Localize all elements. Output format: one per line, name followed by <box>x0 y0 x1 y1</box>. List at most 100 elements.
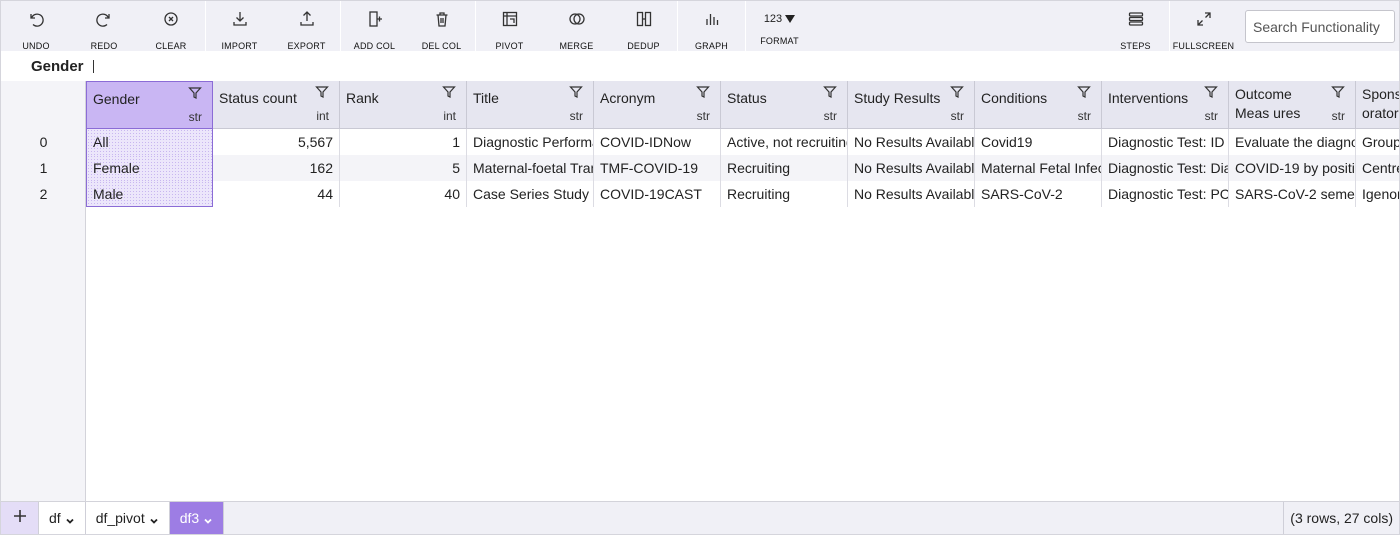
filter-icon[interactable] <box>188 86 202 100</box>
index-cell[interactable]: 0 <box>1 129 86 155</box>
cell-editor-bar: Gender <box>1 51 1399 81</box>
cell[interactable]: Diagnostic Test: PCR <box>1102 181 1229 207</box>
cell[interactable]: 1 <box>340 129 467 155</box>
data-grid: 0 1 2 Gender str Status count int Rank i… <box>1 81 1399 501</box>
index-cell[interactable]: 1 <box>1 155 86 181</box>
sheet-tab-bar: df df_pivot df3 (3 rows, 27 cols) <box>1 501 1399 534</box>
delete-column-button[interactable]: DEL COL <box>408 1 475 51</box>
filter-icon[interactable] <box>1077 85 1091 99</box>
filter-icon[interactable] <box>1331 85 1345 99</box>
column-dtype: int <box>443 109 456 123</box>
search-input[interactable]: Search Functionality <box>1245 10 1395 43</box>
cell[interactable]: No Results Available <box>848 181 975 207</box>
table-row: Male 44 40 Case Series Study to COVID-19… <box>86 181 1399 207</box>
cell[interactable]: Recruiting <box>721 181 848 207</box>
import-button[interactable]: IMPORT <box>206 1 273 51</box>
filter-icon[interactable] <box>950 85 964 99</box>
cell[interactable]: Covid19 <box>975 129 1102 155</box>
cell[interactable]: 5,567 <box>213 129 340 155</box>
filter-icon[interactable] <box>442 85 456 99</box>
column-name: Acronym <box>600 90 656 106</box>
cell[interactable]: Igenom <box>1356 181 1399 207</box>
cell[interactable]: 5 <box>340 155 467 181</box>
column-header-status-count[interactable]: Status count int <box>213 81 340 129</box>
cell[interactable]: Maternal-foetal Transmission <box>467 155 594 181</box>
cell[interactable]: Case Series Study to <box>467 181 594 207</box>
cell[interactable]: No Results Available <box>848 129 975 155</box>
dropdown-triangle-icon <box>785 15 796 23</box>
column-header-sponsors[interactable]: Sponsors/Collab orators <box>1356 81 1399 129</box>
column-header-interventions[interactable]: Interventions str <box>1102 81 1229 129</box>
redo-label: REDO <box>90 41 118 51</box>
filter-icon[interactable] <box>823 85 837 99</box>
cell[interactable]: Diagnostic Test: Diagnosis <box>1102 155 1229 181</box>
cell[interactable]: Groupe <box>1356 129 1399 155</box>
filter-icon[interactable] <box>569 85 583 99</box>
fullscreen-button[interactable]: FULLSCREEN <box>1170 1 1237 51</box>
sheet-tab-df-pivot[interactable]: df_pivot <box>85 502 170 534</box>
column-name: Status <box>727 90 767 106</box>
column-dtype: int <box>316 109 329 123</box>
cell[interactable]: 162 <box>213 155 340 181</box>
cell[interactable]: Maternal Fetal Infection <box>975 155 1102 181</box>
text-cursor[interactable] <box>92 59 94 73</box>
column-header-conditions[interactable]: Conditions str <box>975 81 1102 129</box>
cell[interactable]: All <box>86 129 213 155</box>
merge-button[interactable]: MERGE <box>543 1 610 51</box>
filter-icon[interactable] <box>696 85 710 99</box>
cell[interactable]: Recruiting <box>721 155 848 181</box>
chevron-down-icon[interactable] <box>65 513 75 524</box>
column-header-status[interactable]: Status str <box>721 81 848 129</box>
index-cell[interactable]: 2 <box>1 181 86 207</box>
undo-button[interactable]: UNDO <box>1 1 71 51</box>
cell[interactable]: TMF-COVID-19 <box>594 155 721 181</box>
format-button[interactable]: 123 FORMAT <box>746 1 813 51</box>
column-header-study-results[interactable]: Study Results str <box>848 81 975 129</box>
cell[interactable]: Male <box>86 181 213 207</box>
redo-button[interactable]: REDO <box>71 1 137 51</box>
filter-icon[interactable] <box>315 85 329 99</box>
dedup-button[interactable]: DEDUP <box>610 1 677 51</box>
column-header-title[interactable]: Title str <box>467 81 594 129</box>
filter-icon[interactable] <box>1204 85 1218 99</box>
index-label: 2 <box>39 186 48 202</box>
cell[interactable]: No Results Available <box>848 155 975 181</box>
cell[interactable]: SARS-CoV-2 <box>975 181 1102 207</box>
plus-icon <box>12 508 28 529</box>
cell[interactable]: 40 <box>340 181 467 207</box>
format-number-sample: 123 <box>763 13 783 25</box>
column-header-outcome-measures[interactable]: Outcome Meas ures str <box>1229 81 1356 129</box>
chevron-down-icon[interactable] <box>203 513 213 524</box>
cell[interactable]: Female <box>86 155 213 181</box>
cell[interactable]: Evaluate the diagnostic <box>1229 129 1356 155</box>
export-button[interactable]: EXPORT <box>273 1 340 51</box>
cell[interactable]: Centre <box>1356 155 1399 181</box>
chevron-down-icon[interactable] <box>149 513 159 524</box>
sheet-tab-df[interactable]: df <box>39 502 86 534</box>
toolbar: UNDO REDO CLEAR IMPORT EXPORT ADD COL DE… <box>1 1 1399 51</box>
add-column-button[interactable]: ADD COL <box>341 1 408 51</box>
clear-label: CLEAR <box>155 41 187 51</box>
sheet-tab-label: df <box>49 510 61 526</box>
cell[interactable]: SARS-CoV-2 semen re <box>1229 181 1356 207</box>
cell[interactable]: Active, not recruiting <box>721 129 848 155</box>
graph-icon <box>703 10 721 33</box>
cell[interactable]: Diagnostic Test: ID Now <box>1102 129 1229 155</box>
cell[interactable]: Diagnostic Performance of the ID Now <box>467 129 594 155</box>
pivot-button[interactable]: PIVOT <box>476 1 543 51</box>
sheet-tab-df3[interactable]: df3 <box>169 502 225 534</box>
column-header-rank[interactable]: Rank int <box>340 81 467 129</box>
merge-label: MERGE <box>559 41 594 51</box>
cell[interactable]: COVID-19 by positive <box>1229 155 1356 181</box>
clear-button[interactable]: CLEAR <box>137 1 205 51</box>
cell[interactable]: 44 <box>213 181 340 207</box>
add-sheet-button[interactable] <box>1 502 39 534</box>
cell[interactable]: COVID-IDNow <box>594 129 721 155</box>
column-header-acronym[interactable]: Acronym str <box>594 81 721 129</box>
graph-button[interactable]: GRAPH <box>678 1 745 51</box>
steps-button[interactable]: STEPS <box>1102 1 1169 51</box>
cell[interactable]: COVID-19CAST <box>594 181 721 207</box>
column-header-gender[interactable]: Gender str <box>86 81 213 129</box>
column-name: Rank <box>346 90 379 106</box>
